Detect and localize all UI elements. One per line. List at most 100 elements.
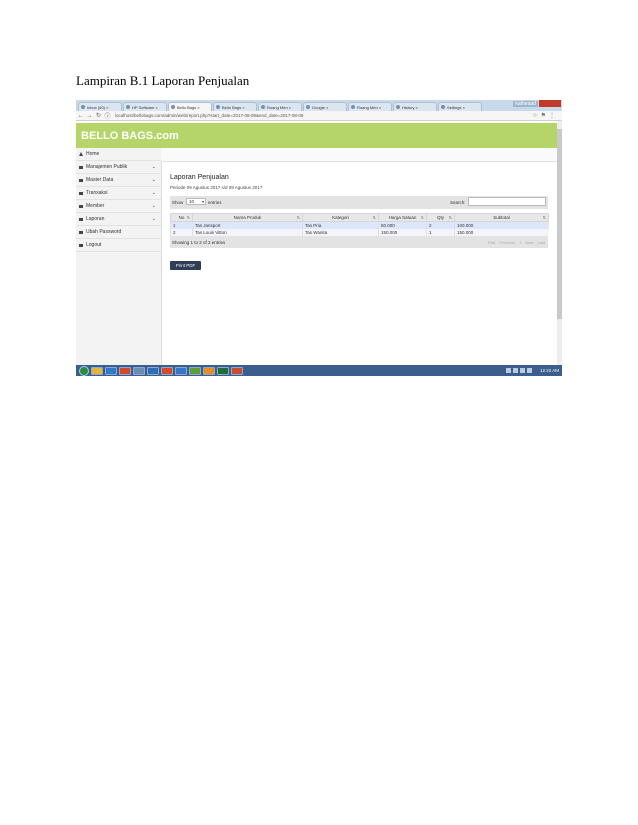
table-header-row: No ⇅ Nama Produk ⇅ Kategori ⇅ Harga Satuan ⇅… xyxy=(170,213,549,222)
content-header xyxy=(161,148,557,162)
back-arrow-icon[interactable]: ← xyxy=(76,113,85,119)
browser-tab[interactable]: HP Software × xyxy=(123,102,167,111)
column-header-label: Kategori xyxy=(332,215,349,220)
taskbar-app-explorer[interactable] xyxy=(91,366,103,375)
volume-icon[interactable] xyxy=(526,368,532,373)
tab-label: Bello Bags × xyxy=(177,104,200,110)
sidebar-item-master-data[interactable]: Master Data ⌄ xyxy=(76,174,161,187)
menu-icon xyxy=(79,204,83,208)
brand-logo[interactable]: BELLO BAGS.com xyxy=(81,130,179,142)
taskbar-app-ie[interactable] xyxy=(105,366,117,375)
entries-select-value: 10 xyxy=(189,199,195,204)
table-cell: 2 xyxy=(426,221,455,229)
browser-tab[interactable]: Ruang Men × xyxy=(348,102,392,111)
tab-favicon-icon xyxy=(171,105,175,109)
sidebar-item-ubah-password[interactable]: Ubah Password xyxy=(76,226,161,239)
browser-tab-active[interactable]: Bello Bags × xyxy=(168,102,212,111)
taskbar-app-excel[interactable] xyxy=(217,366,229,375)
forward-arrow-icon[interactable]: → xyxy=(85,113,94,119)
entries-select[interactable]: 10 ▾ xyxy=(186,198,206,205)
taskbar-app-word[interactable] xyxy=(175,366,187,375)
sidebar-item-home[interactable]: Home xyxy=(76,148,161,161)
tab-label: Bello Bags × xyxy=(222,104,245,110)
column-header-no[interactable]: No ⇅ xyxy=(170,213,193,222)
window-close-button[interactable] xyxy=(539,100,561,107)
page-scrollbar[interactable] xyxy=(557,121,562,365)
column-header-label: No xyxy=(178,215,185,220)
tab-favicon-icon xyxy=(351,105,355,109)
sidebar-item-label: Manajemen Publik xyxy=(86,164,128,170)
home-icon xyxy=(79,152,83,156)
taskbar-app-chrome[interactable] xyxy=(161,366,173,375)
reload-icon[interactable]: ↻ xyxy=(94,112,103,119)
browser-tab[interactable]: Google × xyxy=(303,102,347,111)
tray-icon[interactable] xyxy=(505,368,511,373)
taskbar-app[interactable] xyxy=(133,366,145,375)
tab-favicon-icon xyxy=(216,105,220,109)
sidebar-item-label: Member xyxy=(86,203,105,209)
table-cell: 150.000 xyxy=(378,229,427,236)
sidebar-item-manajemen-publik[interactable]: Manajemen Publik ⌄ xyxy=(76,161,161,174)
browser-tab[interactable]: Inbox (60) × xyxy=(78,102,122,111)
chevron-down-icon: ⌄ xyxy=(151,216,156,222)
pagination-first[interactable]: First xyxy=(488,240,496,245)
profile-badge[interactable]: katheaad xyxy=(513,101,538,107)
pagination: First Previous 1 Next Last xyxy=(488,240,545,245)
sidebar-item-label: Master Data xyxy=(86,177,114,183)
column-header-nama-produk[interactable]: Nama Produk ⇅ xyxy=(192,213,303,222)
tab-favicon-icon xyxy=(81,105,85,109)
column-header-qty[interactable]: Qty ⇅ xyxy=(426,213,455,222)
print-pdf-button[interactable]: Print PDF xyxy=(170,261,201,270)
taskbar-app[interactable] xyxy=(189,366,201,375)
table-cell: 2 xyxy=(170,229,193,236)
sidebar-item-member[interactable]: Member ⌄ xyxy=(76,200,161,213)
pagination-next[interactable]: Next xyxy=(525,240,533,245)
sidebar-item-transaksi[interactable]: Transaksi ⌄ xyxy=(76,187,161,200)
pagination-last[interactable]: Last xyxy=(537,240,545,245)
info-icon[interactable]: ⓘ xyxy=(103,111,112,120)
sidebar-item-logout[interactable]: Logout xyxy=(76,239,161,252)
tab-label: Ruang Men × xyxy=(357,104,382,110)
tab-favicon-icon xyxy=(396,105,400,109)
scrollbar-thumb[interactable] xyxy=(557,129,562,319)
tab-label: HP Software × xyxy=(132,104,158,110)
sort-icon: ⇅ xyxy=(186,215,190,220)
column-header-kategori[interactable]: Kategori ⇅ xyxy=(302,213,379,222)
menu-icon xyxy=(79,191,83,195)
screenshot: Inbox (60) × HP Software × Bello Bags × … xyxy=(76,100,562,376)
browser-tab[interactable]: Ruang Men × xyxy=(258,102,302,111)
taskbar-app[interactable] xyxy=(119,366,131,375)
sidebar-item-label: Home xyxy=(86,151,100,157)
address-bar[interactable]: localhost/bellobags.com/admin/web/report… xyxy=(115,113,303,118)
pagination-page[interactable]: 1 xyxy=(519,240,521,245)
tab-label: History × xyxy=(402,104,418,110)
table-cell: 100.000 xyxy=(454,221,549,229)
toolbar-icons[interactable]: ☆⚑⋮ xyxy=(532,112,558,119)
sidebar-item-label: Laporan xyxy=(86,216,105,222)
caret-down-icon: ▾ xyxy=(201,199,204,204)
sidebar-item-label: Ubah Password xyxy=(86,229,122,235)
tray-icon[interactable] xyxy=(512,368,518,373)
browser-tab[interactable]: Bello Bags × xyxy=(213,102,257,111)
column-header-subtotal[interactable]: Subtotal ⇅ xyxy=(454,213,549,222)
sort-icon: ⇅ xyxy=(448,215,452,220)
search-input[interactable] xyxy=(468,197,546,206)
browser-tab[interactable]: History × xyxy=(393,102,437,111)
column-header-harga-satuan[interactable]: Harga Satuan ⇅ xyxy=(378,213,427,222)
pagination-previous[interactable]: Previous xyxy=(499,240,515,245)
taskbar-clock[interactable]: 12:22 AM xyxy=(540,368,559,373)
table-cell: Tas Jansport xyxy=(192,221,303,229)
browser-tab[interactable]: Settings × xyxy=(438,102,482,111)
system-tray: 12:22 AM xyxy=(505,368,559,373)
taskbar-app-facebook[interactable] xyxy=(147,366,159,375)
menu-icon xyxy=(79,178,83,182)
table-cell: 1 xyxy=(426,229,455,236)
table-row: 1 Tas Jansport Tas Pria 50.000 2 100.000 xyxy=(170,221,549,229)
taskbar-app-paint[interactable] xyxy=(231,366,243,375)
start-button[interactable] xyxy=(79,365,89,376)
taskbar-app[interactable] xyxy=(203,366,215,375)
table-row: 2 Tas Louis Vitton Tas Wanita 150.000 1 … xyxy=(170,229,549,236)
sidebar-item-laporan[interactable]: Laporan ⌄ xyxy=(76,213,161,226)
network-icon[interactable] xyxy=(519,368,525,373)
tab-favicon-icon xyxy=(261,105,265,109)
